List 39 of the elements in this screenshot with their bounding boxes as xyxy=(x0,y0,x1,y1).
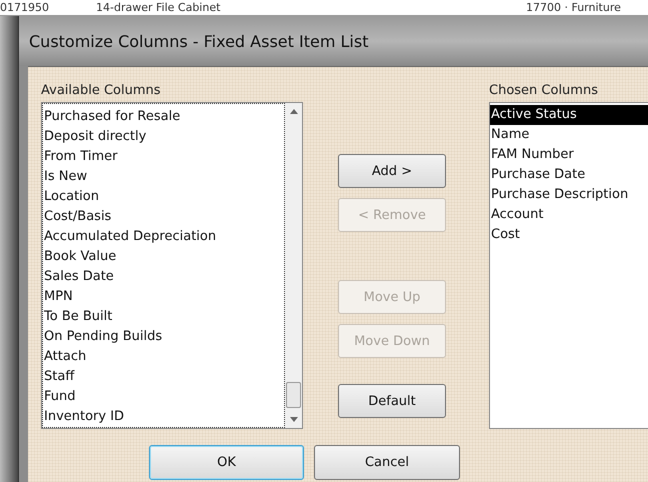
list-item[interactable]: Inventory ID xyxy=(43,407,284,427)
list-item[interactable]: To Be Built xyxy=(43,307,284,327)
list-item[interactable]: Deposit directly xyxy=(43,127,284,147)
cancel-button[interactable]: Cancel xyxy=(314,445,460,480)
list-item[interactable]: Name xyxy=(490,125,648,145)
scroll-down-icon[interactable] xyxy=(290,417,298,422)
scrollbar[interactable] xyxy=(285,103,302,428)
table-cell: 0171950 xyxy=(0,1,49,14)
list-item[interactable]: FAM Number xyxy=(490,145,648,165)
table-cell: 14-drawer File Cabinet xyxy=(96,1,220,14)
list-item[interactable]: Purchase Description xyxy=(490,185,648,205)
list-item[interactable]: Staff xyxy=(43,367,284,387)
scroll-thumb[interactable] xyxy=(286,382,301,408)
list-item[interactable]: Purchase Date xyxy=(490,165,648,185)
list-item[interactable]: Purchased for Resale xyxy=(43,107,284,127)
scroll-up-icon[interactable] xyxy=(290,109,298,114)
list-item[interactable]: Cost xyxy=(490,225,648,245)
list-item[interactable]: Account xyxy=(490,205,648,225)
table-cell: 17700 · Furniture xyxy=(526,1,621,14)
list-item[interactable]: Attach xyxy=(43,347,284,367)
list-item[interactable]: Cost/Basis xyxy=(43,207,284,227)
list-item[interactable]: On Pending Builds xyxy=(43,327,284,347)
available-list[interactable]: Purchased for Resale Deposit directly From Timer Is New Location Cost/Basis Accumulated Depreciation Book Value Sales Date MPN To Be Built On Pending Builds Attach Staff Fund Inventory ID xyxy=(41,102,303,429)
list-item[interactable]: Active Status xyxy=(490,105,648,125)
list-item[interactable]: MPN xyxy=(43,287,284,307)
window-title: Customize Columns - Fixed Asset Item List xyxy=(29,32,368,50)
action-button[interactable]: Add > xyxy=(338,154,446,188)
action-button[interactable]: Default xyxy=(338,384,446,418)
chosen-list[interactable]: Active Status Name FAM Number Purchase Date Purchase Description Account Cost xyxy=(489,102,648,429)
list-item[interactable]: Fund xyxy=(43,387,284,407)
ok-button[interactable]: OK xyxy=(149,445,304,480)
list-item[interactable]: Book Value xyxy=(43,247,284,267)
list-label: Available Columns xyxy=(41,83,162,98)
list-item[interactable]: From Timer xyxy=(43,147,284,167)
list-item[interactable]: Accumulated Depreciation xyxy=(43,227,284,247)
list-item[interactable]: Sales Date xyxy=(43,267,284,287)
list-item[interactable]: Location xyxy=(43,187,284,207)
list-item[interactable]: Is New xyxy=(43,167,284,187)
list-label: Chosen Columns xyxy=(489,83,599,98)
